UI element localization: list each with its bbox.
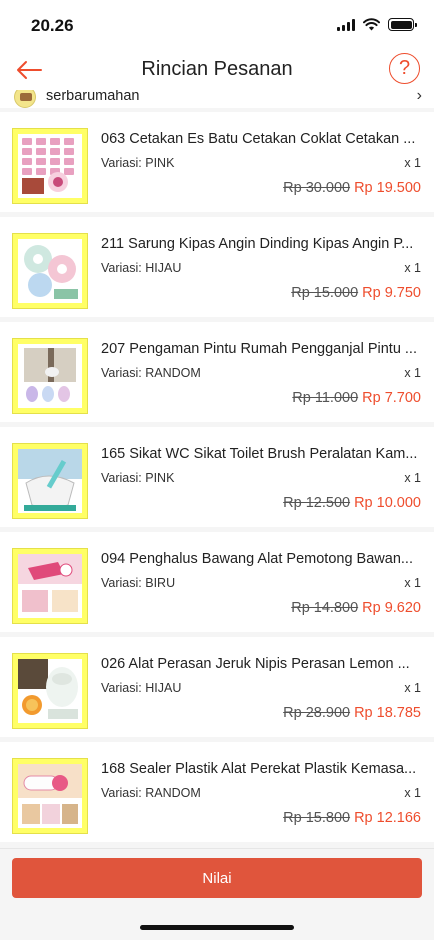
product-title: 026 Alat Perasan Jeruk Nipis Perasan Lem… (101, 656, 410, 672)
wifi-icon (363, 18, 380, 31)
product-thumbnail (12, 338, 88, 414)
home-indicator (140, 925, 294, 930)
discounted-price: Rp 7.700 (362, 390, 421, 406)
order-item[interactable]: 168 Sealer Plastik Alat Perekat Plastik … (0, 742, 434, 842)
product-thumbnail (12, 128, 88, 204)
original-price: Rp 11.000 (292, 390, 359, 406)
help-button[interactable]: ? (389, 53, 420, 84)
discounted-price: Rp 9.620 (362, 600, 421, 616)
original-price: Rp 28.900 (283, 705, 351, 721)
product-variant: Variasi: BIRU (101, 576, 176, 590)
price-group: Rp 15.800 Rp 12.166 (283, 810, 421, 826)
bottom-action-bar: Nilai (0, 848, 434, 940)
product-variant: Variasi: PINK (101, 471, 175, 485)
product-variant: Variasi: HIJAU (101, 261, 182, 275)
navigation-bar: Rincian Pesanan ? (0, 50, 434, 90)
order-item[interactable]: 063 Cetakan Es Batu Cetakan Coklat Cetak… (0, 112, 434, 212)
product-variant: Variasi: RANDOM (101, 366, 201, 380)
product-quantity: x 1 (404, 261, 421, 275)
product-thumbnail (12, 758, 88, 834)
cellular-signal-icon (337, 18, 355, 31)
product-title: 094 Penghalus Bawang Alat Pemotong Bawan… (101, 551, 413, 567)
product-variant: Variasi: HIJAU (101, 681, 182, 695)
product-thumbnail (12, 233, 88, 309)
original-price: Rp 15.000 (291, 285, 359, 301)
shop-header[interactable]: serbarumahan › (0, 90, 434, 108)
product-quantity: x 1 (404, 471, 421, 485)
order-item[interactable]: 094 Penghalus Bawang Alat Pemotong Bawan… (0, 532, 434, 632)
product-title: 207 Pengaman Pintu Rumah Pengganjal Pint… (101, 341, 417, 357)
product-title: 165 Sikat WC Sikat Toilet Brush Peralata… (101, 446, 418, 462)
rate-button[interactable]: Nilai (12, 858, 422, 898)
product-thumbnail (12, 548, 88, 624)
original-price: Rp 15.800 (283, 810, 351, 826)
product-thumbnail (12, 443, 88, 519)
discounted-price: Rp 9.750 (362, 285, 421, 301)
discounted-price: Rp 18.785 (354, 705, 421, 721)
product-title: 211 Sarung Kipas Angin Dinding Kipas Ang… (101, 236, 414, 252)
order-detail-screen: 20.26 Rincian Pesanan ? serbarumahan › 0… (0, 0, 434, 940)
discounted-price: Rp 12.166 (354, 810, 421, 826)
page-title: Rincian Pesanan (141, 58, 293, 80)
order-item[interactable]: 165 Sikat WC Sikat Toilet Brush Peralata… (0, 427, 434, 527)
price-group: Rp 30.000 Rp 19.500 (283, 180, 421, 196)
order-item[interactable]: 026 Alat Perasan Jeruk Nipis Perasan Lem… (0, 637, 434, 737)
product-quantity: x 1 (404, 366, 421, 380)
shop-name: serbarumahan (46, 90, 140, 104)
original-price: Rp 14.800 (291, 600, 359, 616)
order-item[interactable]: 207 Pengaman Pintu Rumah Pengganjal Pint… (0, 322, 434, 422)
original-price: Rp 12.500 (283, 495, 351, 511)
product-thumbnail (12, 653, 88, 729)
product-variant: Variasi: RANDOM (101, 786, 201, 800)
discounted-price: Rp 19.500 (354, 180, 421, 196)
price-group: Rp 12.500 Rp 10.000 (283, 495, 421, 511)
price-group: Rp 14.800 Rp 9.620 (291, 600, 421, 616)
price-group: Rp 11.000 Rp 7.700 (292, 390, 421, 406)
product-variant: Variasi: PINK (101, 156, 175, 170)
status-time: 20.26 (31, 16, 74, 35)
product-title: 168 Sealer Plastik Alat Perekat Plastik … (101, 761, 417, 777)
product-quantity: x 1 (404, 786, 421, 800)
chevron-right-icon: › (416, 90, 422, 104)
shop-avatar (14, 90, 36, 108)
status-icons (337, 18, 417, 31)
original-price: Rp 30.000 (283, 180, 351, 196)
battery-icon (388, 18, 417, 31)
status-bar: 20.26 (0, 0, 434, 50)
discounted-price: Rp 10.000 (354, 495, 421, 511)
price-group: Rp 28.900 Rp 18.785 (283, 705, 421, 721)
product-quantity: x 1 (404, 576, 421, 590)
product-quantity: x 1 (404, 681, 421, 695)
product-title: 063 Cetakan Es Batu Cetakan Coklat Cetak… (101, 131, 416, 147)
product-quantity: x 1 (404, 156, 421, 170)
price-group: Rp 15.000 Rp 9.750 (291, 285, 421, 301)
order-item[interactable]: 211 Sarung Kipas Angin Dinding Kipas Ang… (0, 217, 434, 317)
